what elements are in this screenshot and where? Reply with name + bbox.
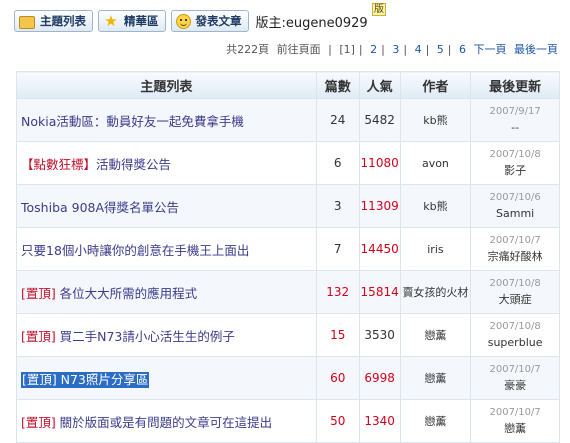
last-user[interactable]: 宗痛好酸林 [471, 249, 559, 265]
page-link[interactable]: 6 [459, 43, 466, 56]
page-prev-label: 前往頁面 [276, 43, 321, 56]
topic-link[interactable]: [置頂] 關於版面或是有問題的文章可在這提出 [16, 399, 317, 443]
view-count: 11080 [358, 141, 401, 185]
page-link[interactable]: 4 [415, 43, 422, 56]
post-count: 3 [315, 184, 360, 228]
view-count: 5482 [358, 98, 401, 142]
next-page-link[interactable]: 下一頁 [474, 43, 507, 56]
last-update: 2007/10/6 Sammi [470, 184, 560, 228]
author-link[interactable]: avon [399, 141, 472, 185]
post-label: 發表文章 [195, 14, 242, 28]
topic-link[interactable]: [置頂] N73照片分享區 [16, 356, 317, 400]
last-page-link[interactable]: 最後一頁 [514, 43, 558, 56]
last-update: 2007/10/7 豪豪 [470, 356, 560, 400]
moderator-badge-icon: 版 [372, 3, 386, 16]
topic-tag: [置頂] [21, 328, 56, 344]
featured-label: 精華區 [124, 14, 159, 28]
post-count: 6 [315, 141, 360, 185]
view-count: 11309 [358, 184, 401, 228]
author-link[interactable]: 戀薰 [399, 313, 472, 357]
last-update: 2007/9/17 -- [470, 98, 560, 142]
topic-link[interactable]: Toshiba 908A得獎名單公告 [16, 184, 317, 228]
last-user[interactable]: -- [471, 120, 559, 136]
post-count: 7 [315, 227, 360, 271]
table-row: Nokia活動區：動員好友一起免費拿手機 24 5482 kb熊 2007/9/… [16, 98, 560, 142]
topic-tag: [置頂] [22, 371, 57, 387]
view-count: 15814 [358, 270, 401, 314]
topic-tag: [置頂] [21, 285, 56, 301]
post-button[interactable]: 發表文章 [170, 10, 249, 32]
table-row: [置頂] 買二手N73請小心活生生的例子 15 3530 戀薰 2007/10/… [16, 313, 560, 357]
author-link[interactable]: 賣女孩的火材 [399, 270, 472, 314]
author-link[interactable]: 戀薰 [399, 356, 472, 400]
last-update: 2007/10/7 宗痛好酸林 [470, 227, 560, 271]
last-update: 2007/10/8 superblue [470, 313, 560, 357]
last-user[interactable]: 大頭症 [471, 292, 559, 308]
post-count: 15 [315, 313, 360, 357]
topic-link[interactable]: [置頂] 買二手N73請小心活生生的例子 [16, 313, 317, 357]
featured-button[interactable]: ★ 精華區 [98, 10, 166, 32]
header-author: 作者 [399, 71, 472, 99]
author-link[interactable]: iris [399, 227, 472, 271]
table-row: [置頂] 各位大大所需的應用程式 132 15814 賣女孩的火材 2007/1… [16, 270, 560, 314]
last-update: 2007/10/8 影子 [470, 141, 560, 185]
topic-link[interactable]: 只要18個小時讓你的創意在手機王上面出 [16, 227, 317, 271]
header-topic: 主題列表 [16, 71, 317, 99]
page-link[interactable]: 2 [370, 43, 377, 56]
author-link[interactable]: kb熊 [399, 98, 472, 142]
topic-link[interactable]: Nokia活動區：動員好友一起免費拿手機 [16, 98, 317, 142]
last-user[interactable]: 影子 [471, 163, 559, 179]
page-link[interactable]: 3 [392, 43, 399, 56]
view-count: 14450 [358, 227, 401, 271]
header-last-update: 最後更新 [470, 71, 560, 99]
smiley-icon [175, 13, 191, 29]
moderator-text: 版主:eugene0929 [255, 15, 368, 31]
author-link[interactable]: 戀薰 [399, 399, 472, 443]
view-count: 1340 [358, 399, 401, 443]
view-count: 3530 [358, 313, 401, 357]
table-header-row: 主題列表 篇數 人氣 作者 最後更新 [16, 71, 560, 99]
last-user[interactable]: Sammi [471, 206, 559, 222]
post-count: 132 [315, 270, 360, 314]
table-row: 【點數狂標】活動得獎公告 6 11080 avon 2007/10/8 影子 [16, 141, 560, 185]
last-update: 2007/10/8 大頭症 [470, 270, 560, 314]
last-user[interactable]: 戀薰 [471, 421, 559, 437]
topic-list-button[interactable]: 主題列表 [14, 10, 93, 32]
post-count: 24 [315, 98, 360, 142]
last-user[interactable]: 豪豪 [471, 378, 559, 394]
topic-link[interactable]: [置頂] 各位大大所需的應用程式 [16, 270, 317, 314]
view-count: 6998 [358, 356, 401, 400]
topic-link[interactable]: 【點數狂標】活動得獎公告 [16, 141, 317, 185]
table-row: [置頂] N73照片分享區 60 6998 戀薰 2007/10/7 豪豪 [16, 356, 560, 400]
folder-icon [19, 15, 35, 29]
page-total: 共222頁 [226, 43, 270, 56]
pagination: 共222頁 前往頁面 | [1] | 2 | 3 | 4 | 5 | 6 下一頁 最後一頁 [226, 43, 558, 56]
post-count: 60 [315, 356, 360, 400]
topic-tag: 【點數狂標】 [21, 156, 97, 172]
header-count: 篇數 [315, 71, 360, 99]
topic-table: 主題列表 篇數 人氣 作者 最後更新 Nokia活動區：動員好友一起免費拿手機 … [16, 71, 560, 443]
selected-text: [置頂] N73照片分享區 [21, 371, 150, 388]
last-user[interactable]: superblue [471, 335, 559, 351]
star-icon: ★ [104, 12, 118, 30]
toolbar: 主題列表 ★ 精華區 發表文章 版主:eugene0929 [14, 8, 368, 34]
last-update: 2007/10/7 戀薰 [470, 399, 560, 443]
author-link[interactable]: kb熊 [399, 184, 472, 228]
table-row: Toshiba 908A得獎名單公告 3 11309 kb熊 2007/10/6… [16, 184, 560, 228]
topic-list-label: 主題列表 [40, 14, 86, 28]
post-count: 50 [315, 399, 360, 443]
page-link[interactable]: 5 [437, 43, 444, 56]
table-row: 只要18個小時讓你的創意在手機王上面出 7 14450 iris 2007/10… [16, 227, 560, 271]
topic-tag: [置頂] [21, 414, 56, 430]
page-link-current: [1] [339, 43, 355, 56]
table-row: [置頂] 關於版面或是有問題的文章可在這提出 50 1340 戀薰 2007/1… [16, 399, 560, 443]
header-views: 人氣 [358, 71, 401, 99]
